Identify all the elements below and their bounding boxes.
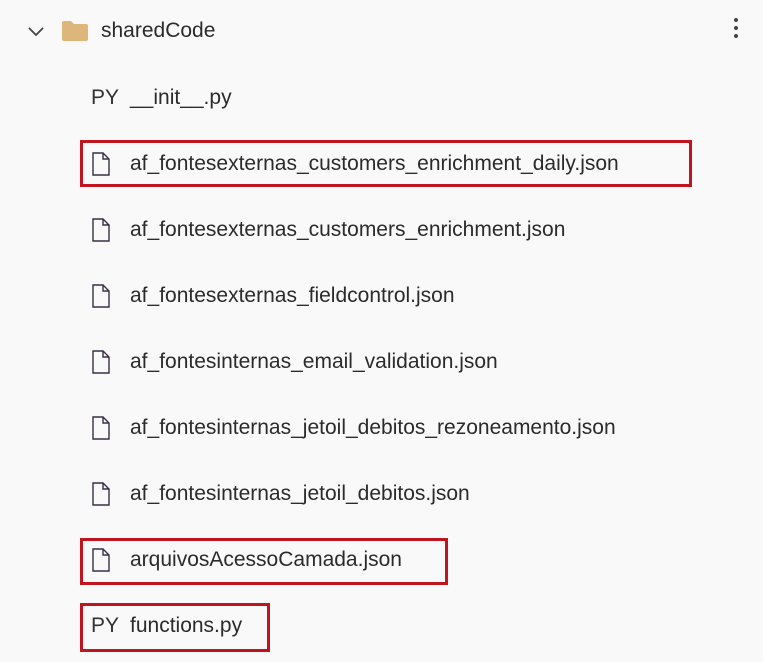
file-name: af_fontesinternas_jetoil_debitos.json [130, 482, 470, 505]
file-name: af_fontesexternas_fieldcontrol.json [130, 284, 455, 307]
python-file-icon: PY [91, 86, 120, 109]
file-name: af_fontesexternas_customers_enrichment.j… [130, 218, 566, 241]
chevron-down-icon[interactable] [26, 22, 46, 42]
file-icon [92, 218, 110, 242]
file-item[interactable]: af_fontesexternas_fieldcontrol.json [0, 264, 763, 330]
more-vertical-icon[interactable] [728, 14, 744, 46]
file-item[interactable]: af_fontesexternas_customers_enrichment.j… [0, 198, 763, 264]
file-name: af_fontesinternas_email_validation.json [130, 350, 498, 373]
file-item[interactable]: PY __init__.py [0, 66, 763, 132]
file-name: __init__.py [130, 86, 232, 109]
highlight-box [80, 140, 692, 187]
file-item[interactable]: af_fontesinternas_email_validation.json [0, 330, 763, 396]
file-icon [92, 350, 110, 374]
file-item[interactable]: af_fontesinternas_jetoil_debitos_rezonea… [0, 396, 763, 462]
file-item[interactable]: af_fontesinternas_jetoil_debitos.json [0, 462, 763, 528]
highlight-box [80, 538, 448, 585]
folder-icon [62, 21, 88, 41]
folder-row[interactable]: sharedCode [0, 0, 763, 66]
folder-name: sharedCode [101, 19, 216, 42]
highlight-box [80, 603, 270, 652]
file-icon [92, 482, 110, 506]
file-icon [92, 416, 110, 440]
file-name: af_fontesinternas_jetoil_debitos_rezonea… [130, 416, 616, 439]
file-icon [92, 284, 110, 308]
